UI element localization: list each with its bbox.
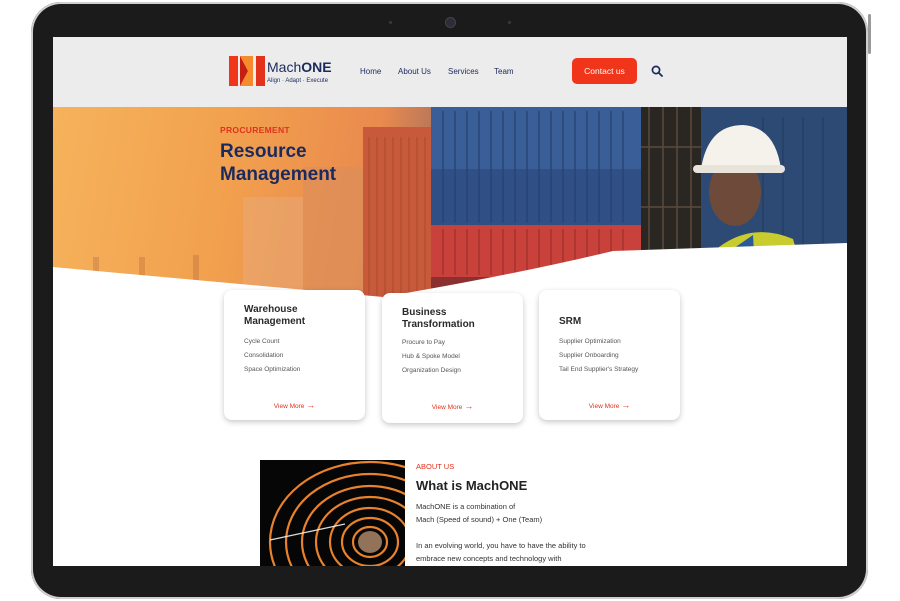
contact-us-button[interactable]: Contact us [572,58,637,84]
about-text-line: MachONE is a combination of [416,502,516,511]
arrow-right-icon: → [621,400,631,410]
nav-home[interactable]: Home [360,67,381,76]
card-item: Tail End Supplier's Strategy [559,366,639,373]
hero-banner: PROCUREMENT Resource Management [53,107,847,307]
card-item: Consolidation [244,352,284,359]
brand-tagline: Align · Adapt · Execute [267,78,329,84]
card-item: Space Optimization [244,366,301,373]
service-card-business-transformation: Business Transformation Procure to Pay H… [382,293,523,423]
card-item: Supplier Optimization [559,338,621,345]
view-more-link[interactable]: View More → [539,400,680,410]
service-card-warehouse: Warehouse Management Cycle Count Consoli… [224,290,365,420]
webpage-screen: MachONE Align · Adapt · Execute Home Abo… [53,37,847,566]
card-title: SRM [559,316,582,327]
hero-title: Resource Management [220,141,337,185]
about-text-line: Mach (Speed of sound) + One (Team) [416,515,543,524]
view-more-label: View More [273,403,305,410]
arrow-right-icon: → [464,401,474,411]
view-more-label: View More [431,404,463,411]
view-more-label: View More [588,403,620,410]
nav-about-us[interactable]: About Us [398,67,431,76]
camera-icon [445,17,456,28]
card-item: Supplier Onboarding [559,352,619,359]
view-more-link[interactable]: View More → [224,400,365,410]
about-text-line: embrace new concepts and technology with [416,554,562,563]
brand-name[interactable]: MachONE [267,59,332,75]
search-icon[interactable] [651,65,663,77]
brand-name-part2: ONE [301,59,332,75]
nav-services[interactable]: Services [448,67,479,76]
view-more-link[interactable]: View More → [382,401,523,411]
spiral-tunnel-image [260,460,405,566]
card-item: Hub & Spoke Model [402,353,460,360]
site-header: MachONE Align · Adapt · Execute Home Abo… [53,37,847,107]
about-eyebrow: ABOUT US [416,462,455,471]
about-image [260,460,405,566]
brand-name-part1: Mach [267,59,302,75]
card-item: Cycle Count [244,338,280,345]
card-item: Procure to Pay [402,339,445,346]
sensor-dot [389,21,392,24]
about-text-line: In an evolving world, you have to have t… [416,541,586,550]
service-card-srm: SRM Supplier Optimization Supplier Onboa… [539,290,680,420]
power-button [868,14,871,54]
card-title: Warehouse Management [244,304,306,327]
machone-logo-icon[interactable] [229,56,265,86]
about-title: What is MachONE [416,478,528,493]
arrow-right-icon: → [306,400,316,410]
card-title: Business Transformation [402,307,475,330]
hero-curve-divider [53,243,847,307]
sensor-dot [508,21,511,24]
card-item: Organization Design [402,367,461,374]
nav-team[interactable]: Team [494,67,514,76]
hero-eyebrow: PROCUREMENT [220,125,290,135]
